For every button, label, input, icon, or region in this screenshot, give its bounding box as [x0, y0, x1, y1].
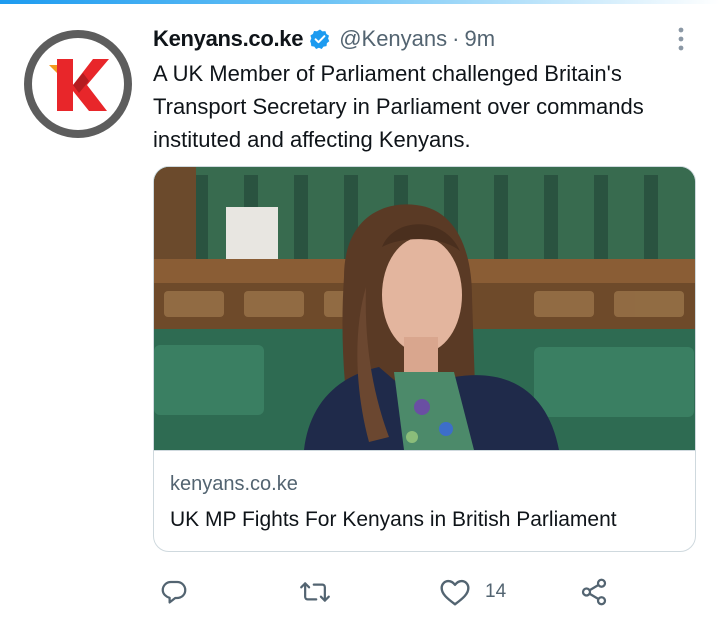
more-options-icon[interactable] [670, 24, 692, 54]
share-button[interactable] [579, 572, 609, 612]
heart-icon [439, 577, 471, 607]
handle[interactable]: @Kenyans [339, 26, 447, 52]
verified-badge-icon [309, 28, 331, 50]
card-title: UK MP Fights For Kenyans in British Parl… [170, 508, 617, 531]
card-domain: kenyans.co.ke [170, 473, 298, 495]
tweet-actions: 14 [153, 572, 673, 612]
separator-dot: · [452, 26, 460, 51]
like-button[interactable]: 14 [439, 572, 506, 612]
tweet-header: Kenyans.co.ke @Kenyans · 9m [153, 24, 495, 54]
tweet[interactable]: Kenyans.co.ke @Kenyans · 9m A UK Member … [0, 4, 720, 631]
like-count: 14 [485, 581, 507, 602]
reply-icon [159, 577, 189, 607]
card-info[interactable]: kenyans.co.ke UK MP Fights For Kenyans i… [154, 450, 695, 551]
card-image[interactable] [154, 167, 695, 450]
display-name[interactable]: Kenyans.co.ke [153, 26, 303, 52]
retweet-button[interactable] [299, 572, 331, 612]
avatar[interactable] [24, 30, 132, 138]
kenyans-logo-icon [32, 38, 124, 130]
tweet-text: A UK Member of Parliament challenged Bri… [153, 61, 644, 152]
share-icon [579, 577, 609, 607]
timestamp[interactable]: 9m [464, 26, 495, 52]
reply-button[interactable] [159, 572, 189, 612]
link-card[interactable]: kenyans.co.ke UK MP Fights For Kenyans i… [153, 166, 696, 552]
retweet-icon [299, 577, 331, 607]
